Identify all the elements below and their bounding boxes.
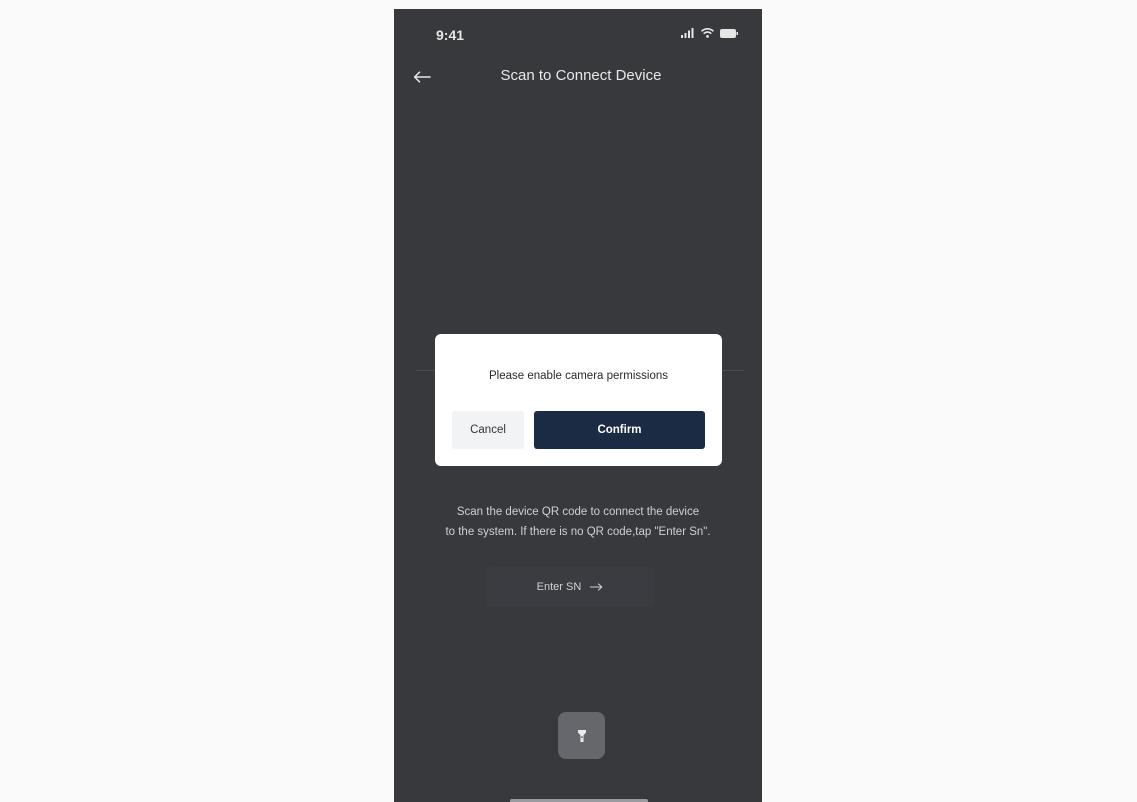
permission-dialog: Please enable camera permissions Cancel … [435,334,722,466]
phone-screen: 9:41 Scan to Connect Device Scan the dev… [394,9,762,802]
confirm-button[interactable]: Confirm [534,411,705,449]
modal-overlay: Please enable camera permissions Cancel … [394,9,762,802]
dialog-message: Please enable camera permissions [489,370,668,382]
cancel-button[interactable]: Cancel [452,411,524,449]
